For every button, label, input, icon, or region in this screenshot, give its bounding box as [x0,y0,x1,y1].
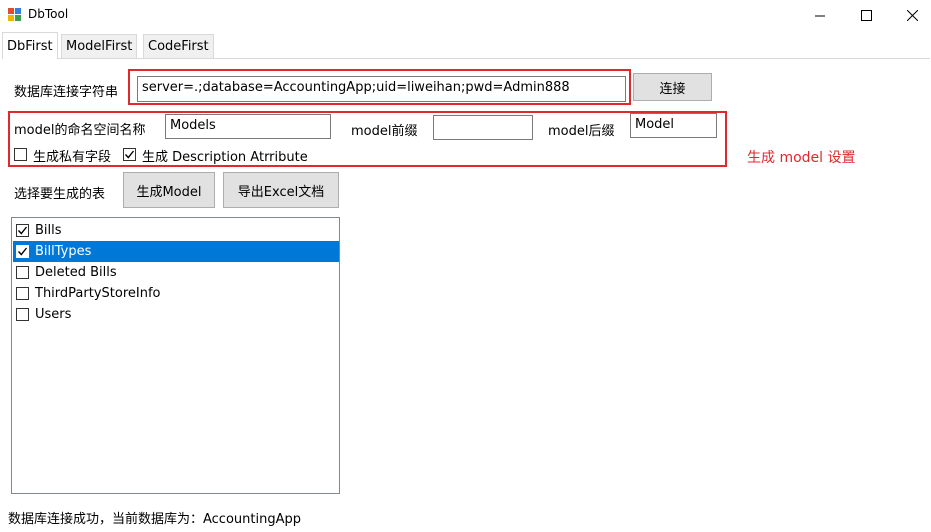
list-item-label: Users [35,307,72,322]
minimize-icon [814,15,825,16]
namespace-input[interactable]: Models [165,114,331,139]
suffix-input[interactable]: Model [630,113,717,138]
checkmark-icon [17,226,28,235]
prefix-input[interactable] [433,115,533,140]
checkmark-icon [124,150,135,159]
connect-button[interactable]: 连接 [633,73,712,101]
title-bar: DbTool [0,0,931,30]
list-item[interactable]: Users [13,304,339,325]
description-attribute-checkbox[interactable] [123,148,136,161]
list-item[interactable]: Bills [13,220,339,241]
export-excel-button[interactable]: 导出Excel文档 [223,172,339,208]
description-attribute-label[interactable]: 生成 Description Atrribute [142,146,308,165]
list-item[interactable]: ThirdPartyStoreInfo [13,283,339,304]
tab-dbfirst[interactable]: DbFirst [2,32,58,59]
select-tables-label: 选择要生成的表 [14,187,106,202]
suffix-label: model后缀 [548,124,615,139]
private-field-checkbox[interactable] [14,148,27,161]
list-item-label: BillTypes [35,244,92,259]
list-item-checkbox[interactable] [16,224,29,237]
minimize-button[interactable] [797,0,843,30]
list-item[interactable]: Deleted Bills [13,262,339,283]
list-item-checkbox[interactable] [16,287,29,300]
list-item-checkbox[interactable] [16,308,29,321]
connection-string-label: 数据库连接字符串 [14,85,119,100]
table-checked-list[interactable]: Bills BillTypes Deleted Bills ThirdParty… [11,217,340,494]
model-settings-annotation: 生成 model 设置 [747,150,856,166]
list-item-label: Deleted Bills [35,265,117,280]
connection-string-input[interactable]: server=.;database=AccountingApp;uid=liwe… [137,76,626,102]
maximize-button[interactable] [843,0,889,30]
tab-codefirst[interactable]: CodeFirst [143,34,214,58]
status-text: 数据库连接成功，当前数据库为：AccountingApp [8,512,301,527]
window-title: DbTool [28,7,69,21]
list-item-checkbox[interactable] [16,266,29,279]
app-icon [8,8,22,22]
checkmark-icon [17,247,28,256]
maximize-icon [860,9,872,21]
tab-modelfirst[interactable]: ModelFirst [61,34,138,58]
close-button[interactable] [889,0,931,30]
list-item[interactable]: BillTypes [13,241,339,262]
list-item-label: Bills [35,223,62,238]
generate-model-button[interactable]: 生成Model [123,172,215,208]
close-icon [906,9,918,21]
list-item-checkbox[interactable] [16,245,29,258]
prefix-label: model前缀 [351,124,418,139]
namespace-label: model的命名空间名称 [14,123,146,138]
list-item-label: ThirdPartyStoreInfo [35,286,161,301]
private-field-label[interactable]: 生成私有字段 [33,146,111,165]
